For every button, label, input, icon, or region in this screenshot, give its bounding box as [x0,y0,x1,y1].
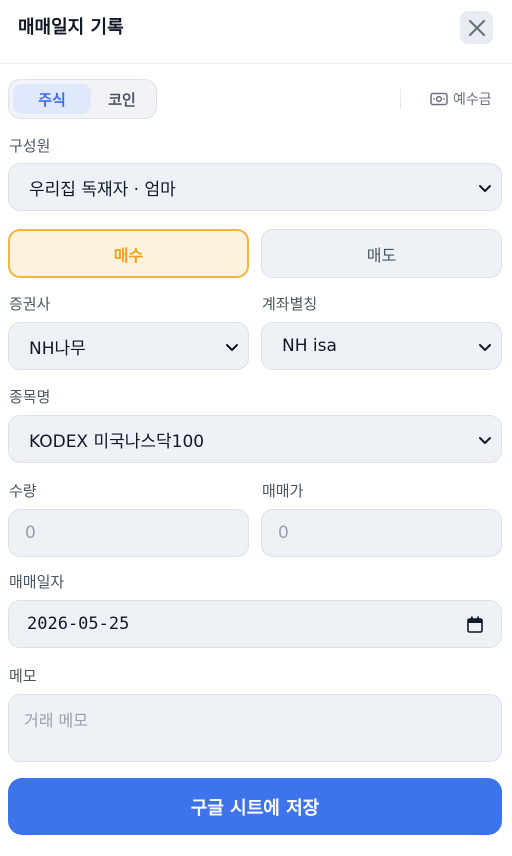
date-value: 2026-05-25 [27,614,130,634]
deposit-button[interactable]: 예수금 [430,88,492,110]
page-title: 매매일지 기록 [18,17,124,38]
asset-type-toggle: 주식 코인 [8,79,157,119]
save-button[interactable]: 구글 시트에 저장 [8,778,502,835]
chevron-down-icon [479,437,491,444]
stock-select[interactable]: KODEX 미국나스닥100 [8,415,502,463]
stock-value: KODEX 미국나스닥100 [29,431,205,452]
sell-button[interactable]: 매도 [261,229,502,278]
close-button[interactable] [460,11,493,44]
chevron-down-icon [479,344,491,351]
member-value: 우리집 독재자 · 엄마 [29,179,176,200]
member-select[interactable]: 우리집 독재자 · 엄마 [8,163,502,211]
memo-textarea[interactable]: 거래 메모 [8,694,502,762]
price-placeholder: 0 [278,523,289,543]
calendar-icon[interactable] [467,616,483,633]
cash-icon [430,92,448,106]
tab-stock[interactable]: 주식 [13,84,91,114]
buy-button[interactable]: 매수 [8,229,249,278]
price-input[interactable]: 0 [261,509,502,557]
memo-label: 메모 [9,667,37,685]
account-label: 계좌별칭 [262,295,318,313]
tab-coin[interactable]: 코인 [91,84,153,114]
quantity-placeholder: 0 [25,523,36,543]
date-label: 매매일자 [9,573,65,591]
account-value: NH isa [282,336,337,356]
broker-value: NH나무 [29,338,86,359]
broker-select[interactable]: NH나무 [8,322,249,370]
header: 매매일지 기록 [0,0,512,64]
account-select[interactable]: NH isa [261,322,502,370]
date-input[interactable]: 2026-05-25 [8,600,502,648]
quantity-label: 수량 [9,482,37,500]
deposit-label: 예수금 [453,92,492,108]
memo-placeholder: 거래 메모 [24,711,88,730]
chevron-down-icon [226,344,238,351]
member-label: 구성원 [9,137,51,155]
broker-label: 증권사 [9,295,51,313]
stock-label: 종목명 [9,388,51,406]
price-label: 매매가 [262,482,304,500]
chevron-down-icon [479,185,491,192]
quantity-input[interactable]: 0 [8,509,249,557]
divider [400,89,401,109]
close-icon [468,19,485,36]
